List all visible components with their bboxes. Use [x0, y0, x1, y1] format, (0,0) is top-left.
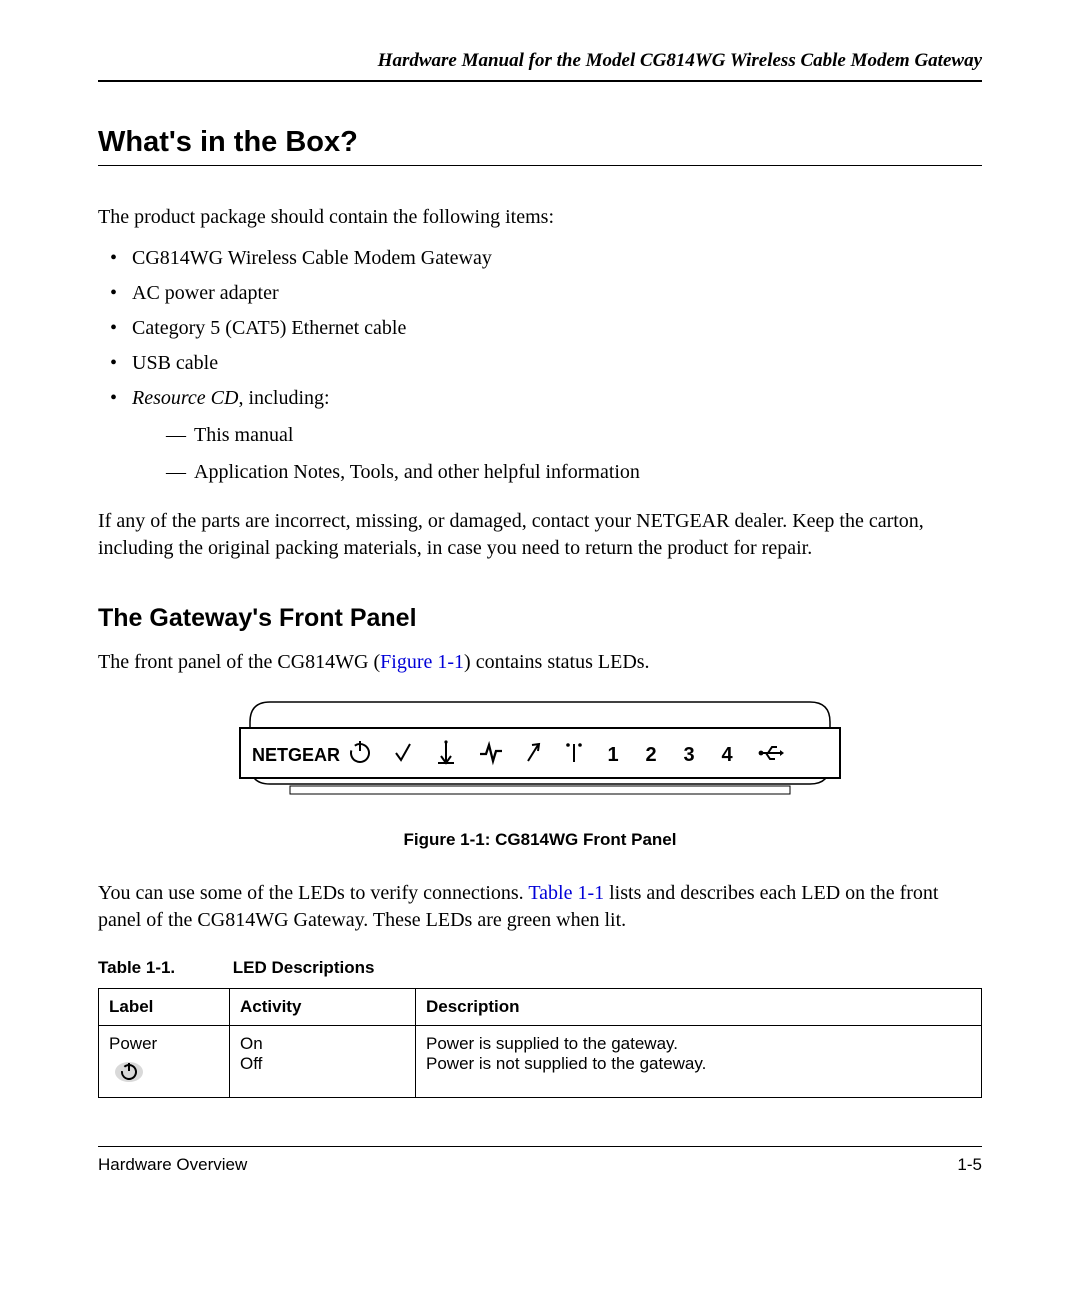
section-title-box: What's in the Box?	[98, 126, 982, 166]
list-item: CG814WG Wireless Cable Modem Gateway	[98, 245, 982, 272]
desc-off: Power is not supplied to the gateway.	[426, 1054, 971, 1074]
page-footer: Hardware Overview 1-5	[98, 1146, 982, 1175]
figure-caption: Figure 1-1: CG814WG Front Panel	[98, 830, 982, 850]
power-icon	[109, 1060, 149, 1089]
resource-subitems: This manual Application Notes, Tools, an…	[132, 422, 982, 486]
th-description: Description	[416, 989, 982, 1026]
list-item: Resource CD, including: This manual Appl…	[98, 385, 982, 486]
front-panel-svg: NETGEAR	[230, 698, 850, 798]
lan-led-4: 4	[721, 744, 733, 766]
box-closing-paragraph: If any of the parts are incorrect, missi…	[98, 508, 982, 562]
figure-ref-link[interactable]: Figure 1-1	[380, 651, 464, 673]
table-caption-label: Table 1-1.	[98, 958, 228, 978]
list-item: Category 5 (CAT5) Ethernet cable	[98, 315, 982, 342]
led-table: Label Activity Description Power	[98, 988, 982, 1098]
table-caption-title: LED Descriptions	[233, 958, 375, 977]
row-label: Power	[109, 1034, 219, 1054]
box-intro: The product package should contain the f…	[98, 204, 982, 231]
footer-page-number: 1-5	[957, 1155, 982, 1175]
list-item: AC power adapter	[98, 280, 982, 307]
section-title-front-panel: The Gateway's Front Panel	[98, 604, 982, 633]
table-ref-link[interactable]: Table 1-1	[528, 882, 604, 904]
lan-led-1: 1	[607, 744, 618, 766]
footer-left: Hardware Overview	[98, 1155, 247, 1175]
brand-label: NETGEAR	[252, 745, 340, 765]
th-activity: Activity	[230, 989, 416, 1026]
box-item-list: CG814WG Wireless Cable Modem Gateway AC …	[98, 245, 982, 486]
th-label: Label	[99, 989, 230, 1026]
running-header: Hardware Manual for the Model CG814WG Wi…	[98, 50, 982, 82]
table-row: Power On Off Power is supplied to the ga…	[99, 1026, 982, 1098]
list-item: Application Notes, Tools, and other help…	[132, 459, 982, 486]
front-panel-figure: NETGEAR	[98, 698, 982, 850]
table-caption: Table 1-1. LED Descriptions	[98, 958, 982, 978]
activity-off: Off	[240, 1054, 405, 1074]
lan-led-2: 2	[645, 744, 656, 766]
p1-post: ) contains status LEDs.	[464, 651, 650, 673]
front-panel-para1: The front panel of the CG814WG (Figure 1…	[98, 649, 982, 676]
front-panel-para2: You can use some of the LEDs to verify c…	[98, 880, 982, 934]
p2-pre: You can use some of the LEDs to verify c…	[98, 882, 528, 904]
p1-pre: The front panel of the CG814WG (	[98, 651, 380, 673]
activity-on: On	[240, 1034, 405, 1054]
resource-cd-suffix: , including:	[238, 387, 329, 409]
desc-on: Power is supplied to the gateway.	[426, 1034, 971, 1054]
page: Hardware Manual for the Model CG814WG Wi…	[0, 0, 1080, 1296]
resource-cd-label: Resource CD	[132, 387, 238, 409]
list-item: USB cable	[98, 350, 982, 377]
list-item: This manual	[132, 422, 982, 449]
lan-led-3: 3	[683, 744, 694, 766]
